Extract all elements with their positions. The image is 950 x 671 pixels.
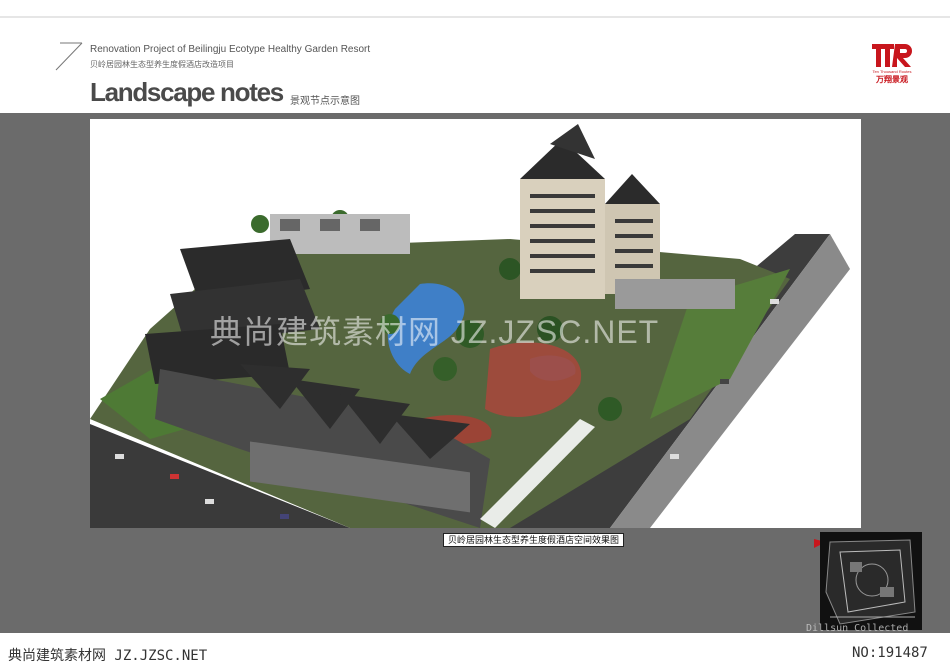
company-logo: Ten Thousand Routes 万翔景观 (870, 42, 914, 84)
watermark-center: 典尚建筑素材网 JZ.JZSC.NET (210, 314, 660, 350)
page-title-cn: 景观节点示意图 (290, 96, 360, 107)
project-subtitle-cn: 贝岭居园林生态型养生度假酒店改造项目 (90, 60, 234, 69)
page-title: Landscape notes (90, 77, 284, 107)
logo-mark-icon (872, 44, 912, 67)
render-caption: 贝岭居园林生态型养生度假酒店空间效果图 (443, 533, 625, 547)
logo-cn-text: 万翔景观 (876, 75, 908, 84)
top-divider (0, 16, 950, 18)
footer-watermark-left: 典尚建筑素材网 JZ.JZSC.NET (8, 648, 208, 664)
footer-watermark-right: NO:191487 (852, 645, 928, 661)
project-subtitle-en: Renovation Project of Beilingju Ecotype … (90, 44, 371, 55)
header-slash-ornament (55, 42, 83, 71)
site-key-map (820, 532, 922, 630)
minimap-credit: Dillsun Collected (806, 623, 909, 634)
